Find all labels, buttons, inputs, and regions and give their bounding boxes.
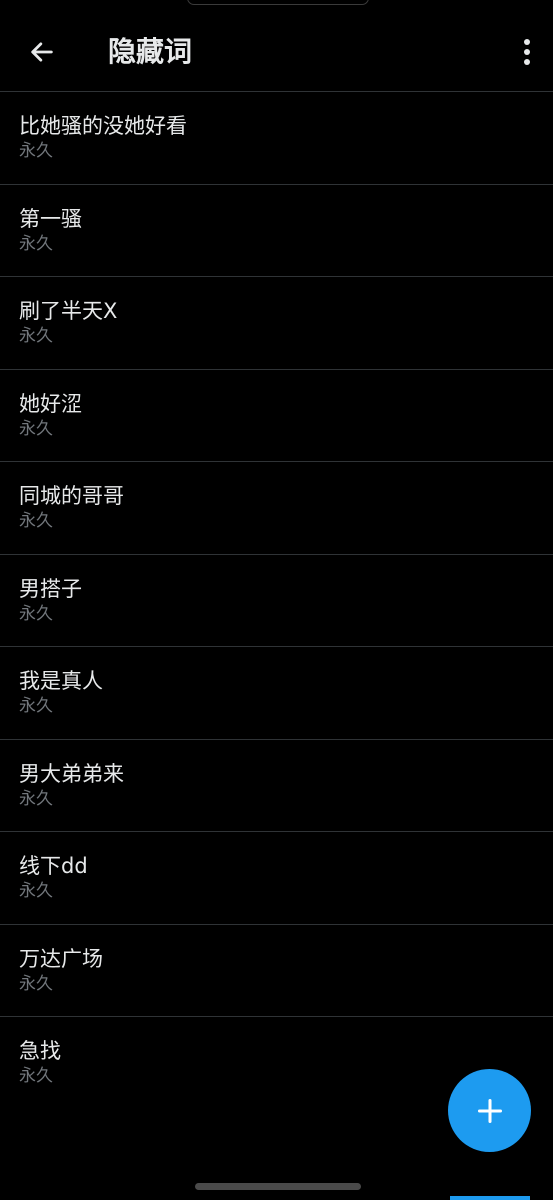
list-item[interactable]: 刷了半天X 永久 [0, 277, 553, 370]
muted-word: 第一骚 [19, 206, 82, 231]
muted-word: 她好涩 [19, 391, 82, 416]
mute-duration: 永久 [19, 418, 53, 439]
list-item[interactable]: 同城的哥哥 永久 [0, 462, 553, 555]
muted-word: 线下dd [19, 854, 88, 878]
add-muted-word-button[interactable] [448, 1069, 531, 1152]
list-item[interactable]: 男搭子 永久 [0, 555, 553, 647]
bottom-accent-strip [450, 1196, 530, 1200]
list-item[interactable]: 第一骚 永久 [0, 185, 553, 277]
muted-word: 刷了半天X [19, 299, 118, 323]
page-title: 隐藏词 [108, 35, 193, 68]
list-item[interactable]: 线下dd 永久 [0, 832, 553, 925]
list-item[interactable]: 比她骚的没她好看 永久 [0, 92, 553, 185]
muted-word: 我是真人 [19, 669, 103, 693]
muted-word: 男大弟弟来 [19, 761, 124, 786]
muted-word: 男搭子 [19, 576, 82, 601]
more-options-button[interactable] [515, 32, 539, 72]
muted-word: 比她骚的没她好看 [19, 114, 187, 138]
list-item[interactable]: 万达广场 永久 [0, 925, 553, 1017]
arrow-left-icon [31, 42, 53, 62]
mute-duration: 永久 [19, 788, 53, 809]
mute-duration: 永久 [19, 973, 53, 994]
plus-icon [477, 1098, 502, 1123]
muted-words-list: 比她骚的没她好看 永久 第一骚 永久 刷了半天X 永久 她好涩 永久 同城的哥哥… [0, 92, 553, 1110]
home-indicator[interactable] [195, 1183, 361, 1190]
mute-duration: 永久 [19, 141, 53, 161]
muted-word: 急找 [19, 1039, 61, 1063]
top-app-bar: 隐藏词 [0, 0, 553, 92]
mute-duration: 永久 [19, 696, 53, 716]
muted-word: 同城的哥哥 [19, 484, 124, 508]
list-item[interactable]: 她好涩 永久 [0, 370, 553, 462]
mute-duration: 永久 [19, 603, 53, 624]
mute-duration: 永久 [19, 511, 53, 531]
list-item[interactable]: 我是真人 永久 [0, 647, 553, 740]
more-vertical-icon [524, 39, 530, 65]
muted-word: 万达广场 [19, 946, 103, 971]
mute-duration: 永久 [19, 326, 53, 346]
list-item[interactable]: 男大弟弟来 永久 [0, 740, 553, 832]
mute-duration: 永久 [19, 881, 53, 901]
mute-duration: 永久 [19, 233, 53, 254]
back-button[interactable] [22, 32, 62, 72]
